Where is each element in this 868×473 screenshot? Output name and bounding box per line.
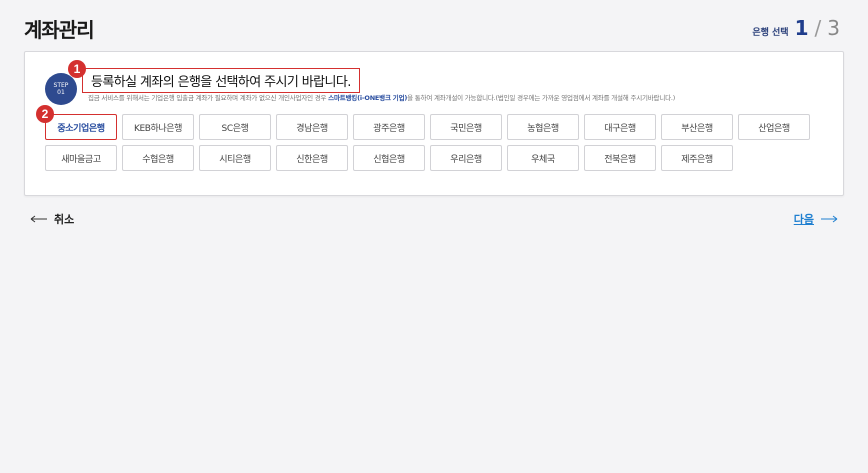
bank-button[interactable]: 중소기업은행 xyxy=(45,114,117,140)
step-badge: STEP 01 xyxy=(45,73,77,105)
arrow-left-icon xyxy=(30,215,48,223)
bank-button[interactable]: 광주은행 xyxy=(353,114,425,140)
account-note: 집금 서비스를 위해서는 기업은행 입출금 계좌가 필요하며 계좌가 없으신 개… xyxy=(88,92,675,102)
next-button[interactable]: 다음 xyxy=(794,211,838,227)
note-text-before: 집금 서비스를 위해서는 기업은행 입출금 계좌가 필요하며 계좌가 없으신 개… xyxy=(88,94,329,102)
bank-button[interactable]: 새마을금고 xyxy=(45,145,117,171)
bank-button[interactable]: KEB하나은행 xyxy=(122,114,194,140)
callout-2-icon: 2 xyxy=(36,105,54,123)
note-text-after: 을 통하여 계좌개설이 가능합니다.(법인일 경우에는 가까운 영업점에서 계좌… xyxy=(407,94,676,102)
bank-button[interactable]: 수협은행 xyxy=(122,145,194,171)
bank-button[interactable]: 경남은행 xyxy=(276,114,348,140)
bank-button[interactable]: 산업은행 xyxy=(738,114,810,140)
step-badge-number: 01 xyxy=(57,89,65,96)
bank-button[interactable]: 신한은행 xyxy=(276,145,348,171)
callout-1-icon: 1 xyxy=(68,60,86,78)
bank-button[interactable]: 신협은행 xyxy=(353,145,425,171)
next-label: 다음 xyxy=(793,213,814,226)
step-total: 3 xyxy=(827,16,840,40)
cancel-label: 취소 xyxy=(54,213,75,226)
bank-button[interactable]: 제주은행 xyxy=(661,145,733,171)
step-badge-label: STEP xyxy=(53,82,69,89)
arrow-right-icon xyxy=(820,215,838,223)
step-indicator: 은행 선택 1 / 3 xyxy=(752,16,840,40)
bank-button[interactable]: 우체국 xyxy=(507,145,579,171)
smart-banking-link[interactable]: 스마트뱅킹(i-ONE뱅크 기업) xyxy=(328,94,407,102)
step-label: 은행 선택 xyxy=(752,28,789,38)
step-current: 1 xyxy=(794,16,809,40)
bank-button[interactable]: 부산은행 xyxy=(661,114,733,140)
bank-button[interactable]: 농협은행 xyxy=(507,114,579,140)
bank-button[interactable]: SC은행 xyxy=(199,114,271,140)
panel-heading: 등록하실 계좌의 은행을 선택하여 주시기 바랍니다. xyxy=(82,68,360,93)
bank-grid: 중소기업은행 KEB하나은행 SC은행 경남은행 광주은행 국민은행 농협은행 대구은행 부산은… xyxy=(45,114,810,171)
step-separator: / xyxy=(814,16,822,40)
bank-button[interactable]: 시티은행 xyxy=(199,145,271,171)
bank-button[interactable]: 우리은행 xyxy=(430,145,502,171)
cancel-button[interactable]: 취소 xyxy=(30,211,74,227)
bank-button[interactable]: 국민은행 xyxy=(430,114,502,140)
bank-select-panel: STEP 01 등록하실 계좌의 은행을 선택하여 주시기 바랍니다. 집금 서… xyxy=(24,51,844,196)
bank-button[interactable]: 대구은행 xyxy=(584,114,656,140)
page-title: 계좌관리 xyxy=(24,18,95,42)
bank-button[interactable]: 전북은행 xyxy=(584,145,656,171)
